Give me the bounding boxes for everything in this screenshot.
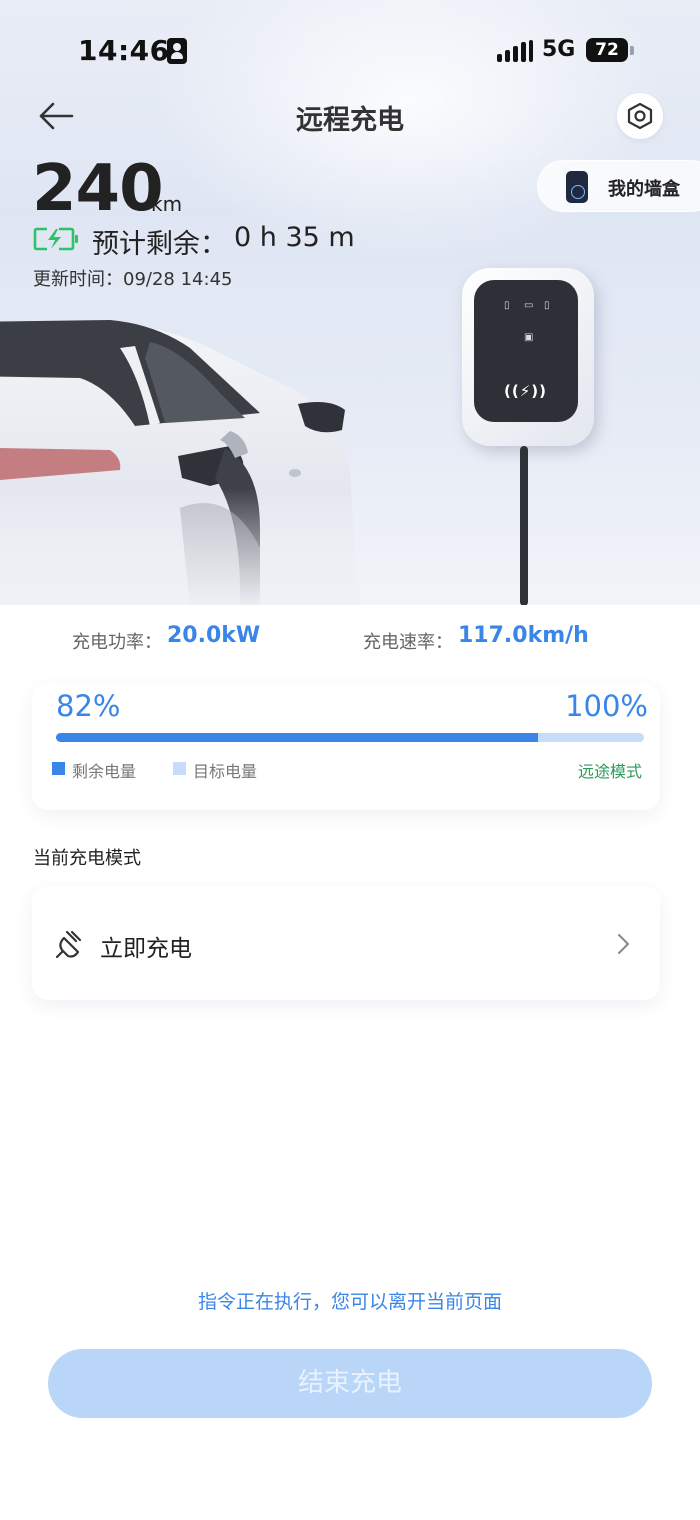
my-wallbox-button[interactable]: 我的墙盒 — [537, 160, 700, 212]
legend-remaining-swatch — [52, 762, 65, 775]
power-value: 20.0kW — [167, 623, 261, 648]
wallbox-icon — [566, 171, 588, 203]
legend-target-swatch — [173, 762, 186, 775]
network-type: 5G — [542, 37, 576, 62]
range-value: 240 — [32, 152, 164, 226]
settings-button[interactable] — [617, 93, 663, 139]
battery-tip — [630, 46, 634, 55]
execution-note: 指令正在执行，您可以离开当前页面 — [197, 1291, 502, 1313]
charger-nfc-label: ((⚡)) — [504, 382, 547, 400]
status-time: 14:46 — [78, 34, 170, 67]
battery-charging-icon — [33, 227, 78, 251]
remaining-label: 预计剩余： — [92, 229, 227, 260]
speed-label: 充电速率： — [363, 632, 453, 653]
signal-icon — [497, 40, 533, 62]
charge-mode-item[interactable]: 立即充电 — [32, 886, 660, 1000]
person-icon — [167, 38, 187, 64]
chevron-right-icon — [618, 934, 629, 954]
charger-indicator-icon: ▭ — [524, 300, 534, 311]
charger-panel: ▯ ▭ ▯ ▣ ((⚡)) — [474, 280, 578, 422]
page-title: 远程充电 — [296, 105, 404, 136]
power-label: 充电功率： — [72, 632, 162, 653]
soc-progress-bar — [56, 733, 644, 742]
charger-rfid-icon: ▣ — [524, 332, 534, 343]
charger-indicator-icon: ▯ — [504, 300, 510, 311]
legend-target-label: 目标电量 — [193, 762, 258, 781]
current-soc: 82% — [56, 689, 121, 723]
range-unit: km — [151, 192, 183, 216]
charge-mode-label: 立即充电 — [100, 936, 192, 962]
charger-cable — [520, 446, 528, 605]
car-illustration — [0, 320, 360, 605]
target-soc[interactable]: 100% — [565, 689, 648, 723]
wallbox-charger-illustration: ▯ ▭ ▯ ▣ ((⚡)) — [462, 268, 594, 446]
end-charging-button[interactable]: 结束充电 — [48, 1349, 652, 1418]
trip-mode-tag[interactable]: 远途模式 — [578, 758, 642, 782]
speed-value: 117.0km/h — [458, 623, 589, 648]
plug-icon — [55, 930, 82, 959]
soc-card: 82% 100% 剩余电量 目标电量 远途模式 — [32, 683, 660, 810]
update-time: 更新时间：09/28 14:45 — [33, 269, 233, 290]
charger-indicator-icon: ▯ — [544, 300, 550, 311]
settings-hexagon-icon — [627, 102, 653, 130]
wallbox-label: 我的墙盒 — [608, 179, 680, 200]
legend-remaining-label: 剩余电量 — [72, 762, 137, 781]
soc-progress-fill — [56, 733, 539, 742]
battery-level: 72 — [586, 38, 628, 62]
mode-section-title: 当前充电模式 — [33, 848, 141, 869]
status-bar: 14:46 5G 72 — [0, 0, 700, 100]
remaining-time: 0 h 35 m — [234, 222, 355, 253]
